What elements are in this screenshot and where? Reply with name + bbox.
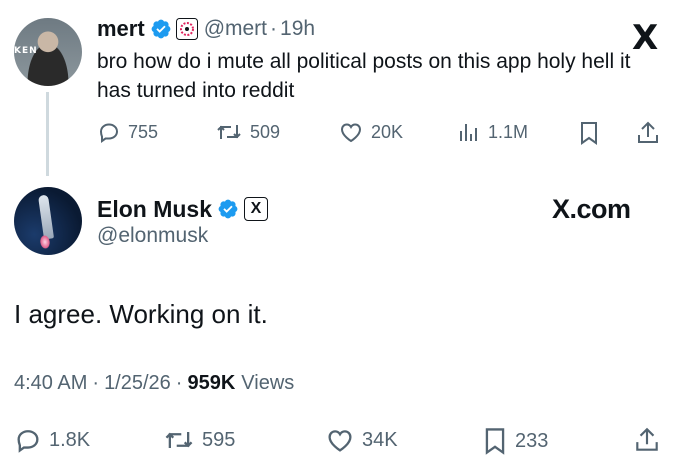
analytics-icon (460, 124, 477, 141)
main-bookmark-button[interactable]: 233 (482, 426, 548, 456)
xcom-watermark: X.com (552, 194, 631, 224)
post-time-ago[interactable]: 19h (280, 17, 315, 41)
main-post-text: I agree. Working on it. (14, 299, 268, 329)
post-time[interactable]: 4:40 AM (14, 372, 87, 395)
main-like-count: 34K (362, 428, 398, 451)
thread-connector-line (46, 92, 49, 176)
verified-badge-icon (150, 18, 172, 40)
reply-icon (17, 430, 39, 453)
repost-count: 509 (250, 121, 281, 142)
like-button[interactable]: 20K (338, 120, 403, 144)
main-post-author-row: Elon Musk X (97, 194, 269, 224)
bookmark-button[interactable] (578, 120, 607, 146)
meta-separator: · (92, 372, 100, 394)
bookmark-icon (485, 428, 505, 455)
author-handle-mert[interactable]: @mert (204, 17, 267, 41)
views-button[interactable]: 1.1M (457, 120, 528, 144)
main-share-button[interactable] (634, 426, 667, 454)
main-bookmark-count: 233 (515, 429, 549, 452)
reply-count: 755 (128, 121, 159, 142)
views-count: 1.1M (488, 121, 529, 142)
reply-post-text: bro how do i mute all political posts on… (97, 50, 631, 102)
share-icon (638, 121, 658, 143)
avatar-mert[interactable]: KEN (14, 18, 82, 86)
reply-button[interactable]: 755 (97, 120, 158, 144)
avatar-sign-text: KEN (14, 46, 38, 56)
author-name-mert[interactable]: mert (97, 16, 145, 42)
reply-icon (99, 123, 119, 143)
verified-badge-icon (217, 198, 239, 220)
repost-button[interactable]: 509 (215, 120, 280, 144)
main-repost-button[interactable]: 595 (163, 426, 235, 454)
author-handle-elonmusk[interactable]: @elonmusk (97, 224, 208, 248)
header-separator: · (270, 17, 278, 40)
repost-icon (165, 432, 193, 448)
author-name-elonmusk[interactable]: Elon Musk (97, 196, 212, 223)
views-label: Views (241, 372, 295, 394)
main-repost-count: 595 (202, 428, 236, 451)
main-reply-button[interactable]: 1.8K (14, 426, 90, 454)
meta-separator: · (175, 372, 183, 394)
main-like-button[interactable]: 34K (325, 426, 398, 454)
main-reply-count: 1.8K (49, 428, 91, 451)
org-affiliate-badge-icon[interactable] (175, 18, 198, 40)
repost-icon (217, 125, 241, 139)
like-count: 20K (371, 121, 404, 142)
heart-icon (340, 123, 362, 143)
heart-icon (328, 430, 352, 452)
share-button[interactable] (636, 120, 667, 146)
views-total: 959K (187, 372, 236, 394)
post-date[interactable]: 1/25/26 (104, 372, 171, 395)
reply-header: mert @mert · 19h (97, 14, 315, 44)
avatar-rocket-shape (37, 194, 55, 240)
avatar-elonmusk[interactable] (14, 187, 82, 255)
share-icon (636, 427, 658, 451)
bookmark-icon (581, 122, 597, 145)
x-affiliate-badge-icon[interactable]: X (244, 197, 269, 221)
post-metadata: 4:40 AM · 1/25/26 · 959K Views (14, 372, 294, 395)
